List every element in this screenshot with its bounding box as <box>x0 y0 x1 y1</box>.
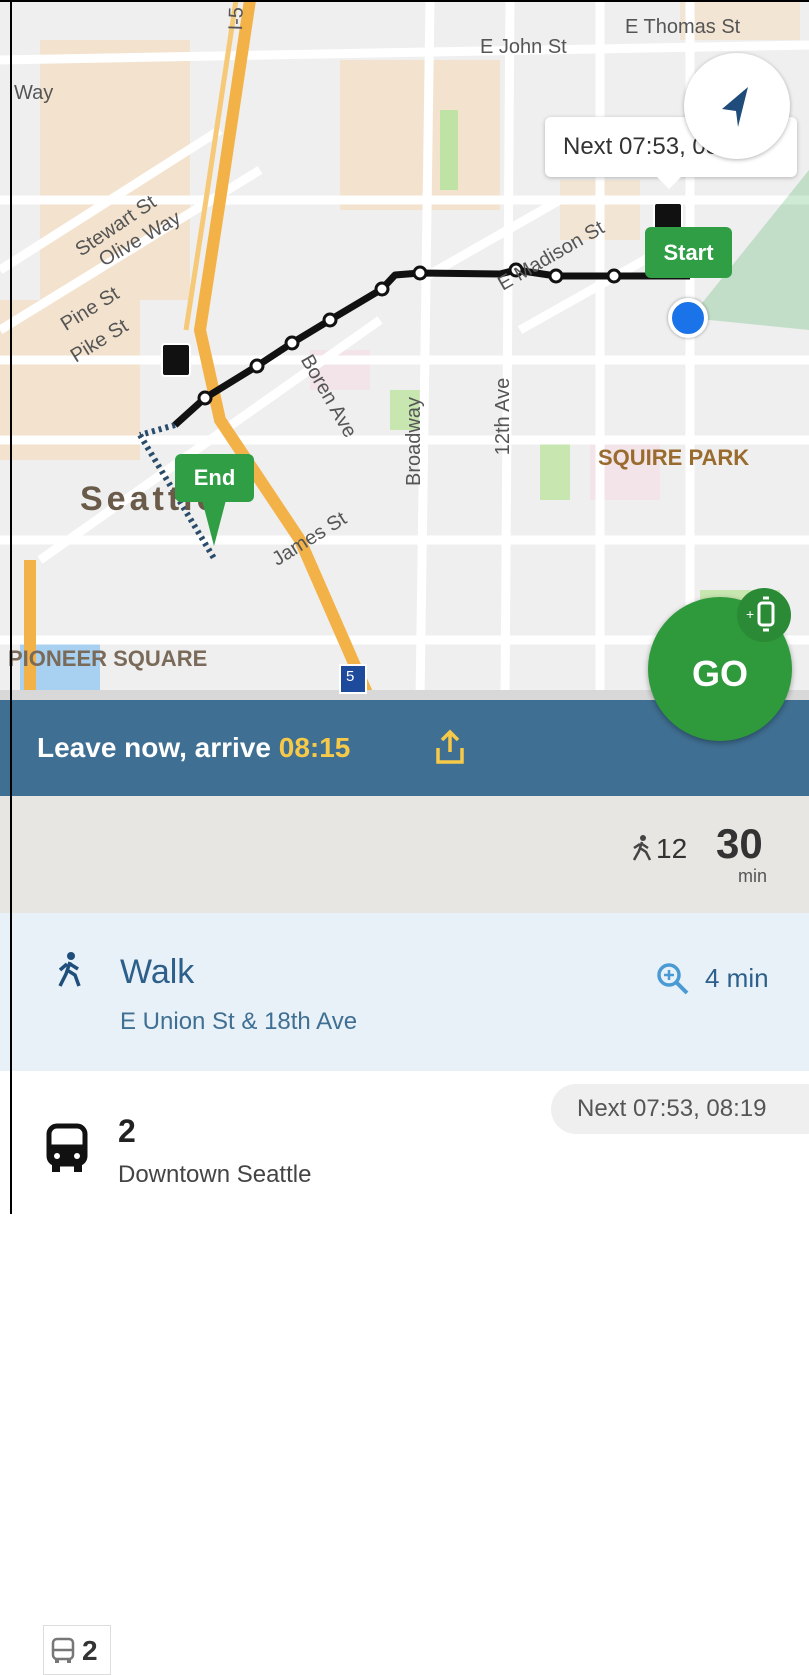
arrival-time: 08:15 <box>278 732 351 763</box>
start-pin[interactable]: Start <box>645 227 732 278</box>
neighborhood-label: SQUIRE PARK <box>598 445 750 470</box>
app-screen: E Thomas St E John St I-5 Expre Stewart … <box>0 0 809 1675</box>
walk-location: E Union St & 18th Ave <box>120 1008 358 1035</box>
navigation-arrow-icon <box>722 87 748 127</box>
neighborhood-label: PIONEER SQUARE <box>8 646 208 671</box>
frame-border <box>10 0 12 1214</box>
bus-destination: Downtown Seattle <box>118 1161 312 1188</box>
end-label: End <box>193 465 236 490</box>
go-label: GO <box>691 653 748 694</box>
freeway-shield: 5 <box>346 668 355 685</box>
arrival-text: Leave now, arrive 08:15 <box>37 732 350 764</box>
walk-duration: 4 min <box>705 963 769 993</box>
street-label: E Thomas St <box>625 16 741 38</box>
bus-icon <box>46 1123 88 1172</box>
add-watch-button[interactable]: + <box>737 588 791 642</box>
street-label: Broadway <box>402 397 425 486</box>
current-location-dot <box>668 298 708 338</box>
street-label: I-5 Expre <box>225 0 251 31</box>
frame-border <box>0 0 809 2</box>
trip-summary[interactable]: 2 12 30 min <box>0 796 809 1675</box>
street-label: 12th Ave <box>492 377 515 456</box>
bus-count: 2 <box>82 1635 98 1666</box>
bus-count-badge: 2 <box>43 1625 111 1675</box>
walk-minutes: 12 <box>656 833 688 864</box>
walk-title: Walk <box>120 953 195 991</box>
walk-icon <box>632 835 652 861</box>
smartwatch-icon: + <box>746 596 775 632</box>
street-label: E John St <box>480 36 567 58</box>
next-departures-pill[interactable]: Next 07:53, 08:19 <box>551 1084 809 1134</box>
recenter-button[interactable] <box>684 53 790 159</box>
bus-route-number: 2 <box>118 1113 136 1149</box>
svg-text:+: + <box>746 606 754 622</box>
bus-icon <box>51 1637 75 1663</box>
street-label: Way <box>14 82 54 104</box>
share-icon[interactable] <box>432 728 468 768</box>
bus-stop-icon[interactable] <box>161 343 191 377</box>
zoom-in-icon[interactable] <box>656 962 690 996</box>
total-minutes: 30 <box>716 820 763 867</box>
start-label: Start <box>663 240 714 265</box>
walk-step[interactable]: Walk E Union St & 18th Ave 4 min <box>0 913 809 1072</box>
walk-icon <box>58 952 81 987</box>
end-pin[interactable]: End <box>175 454 254 502</box>
end-pin-pointer <box>202 500 226 546</box>
total-unit: min <box>738 866 768 886</box>
route-map[interactable]: E Thomas St E John St I-5 Expre Stewart … <box>0 0 809 700</box>
arrival-prefix: Leave now, arrive <box>37 732 279 763</box>
